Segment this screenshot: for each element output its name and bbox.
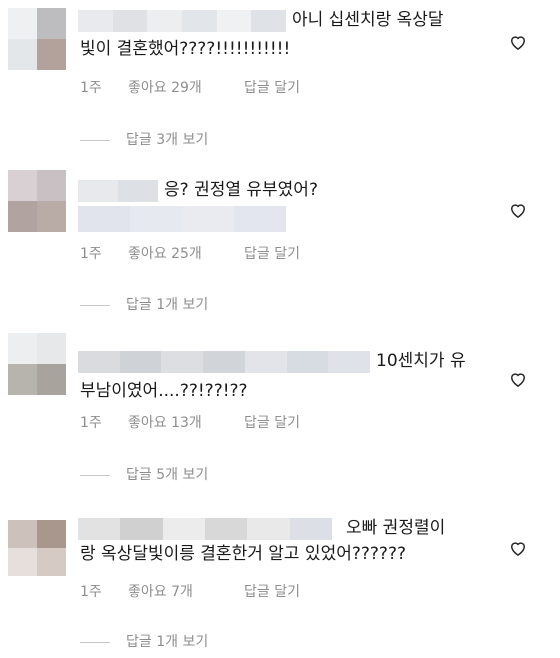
comment-item: 응? 권정열 유부였어? 1주 좋아요 25개 답글 달기 답글 1개 보기 [0, 160, 560, 325]
view-replies-label: 답글 1개 보기 [126, 297, 209, 313]
comment-text-line2: 랑 옥상달빛이릉 결혼한거 알고 있었어?????? [80, 544, 406, 564]
view-replies-label: 답글 3개 보기 [126, 132, 209, 148]
avatar[interactable] [8, 333, 66, 395]
blurred-username[interactable] [78, 10, 287, 32]
view-replies-button[interactable]: 답글 1개 보기 [80, 632, 208, 652]
comment-text-line1: 응? 권정열 유부였어? [164, 180, 318, 200]
divider-line [80, 304, 110, 306]
view-replies-button[interactable]: 답글 5개 보기 [80, 465, 208, 485]
likes-count[interactable]: 좋아요 25개 [128, 244, 244, 264]
blurred-comment-text [78, 206, 286, 232]
avatar[interactable] [8, 170, 66, 232]
view-replies-label: 답글 1개 보기 [126, 634, 209, 650]
comment-text-line1: 아니 십센치랑 옥상달 [292, 10, 444, 30]
heart-icon[interactable] [508, 369, 528, 389]
reply-button[interactable]: 답글 달기 [244, 244, 300, 264]
view-replies-button[interactable]: 답글 3개 보기 [80, 130, 208, 150]
view-replies-button[interactable]: 답글 1개 보기 [80, 295, 208, 315]
blurred-username[interactable] [78, 180, 158, 202]
comment-meta: 1주 좋아요 13개 답글 달기 [80, 413, 300, 433]
reply-button[interactable]: 답글 달기 [244, 78, 300, 98]
comment-meta: 1주 좋아요 25개 답글 달기 [80, 244, 300, 264]
divider-line [80, 139, 110, 141]
comment-time: 1주 [80, 246, 102, 262]
likes-count[interactable]: 좋아요 13개 [128, 413, 244, 433]
comment-time: 1주 [80, 80, 102, 96]
blurred-username[interactable] [78, 351, 371, 373]
comment-text-line2: 빛이 결혼했어????!!!!!!!!!!! [80, 39, 291, 59]
divider-line [80, 474, 110, 476]
blurred-username[interactable] [78, 518, 332, 540]
avatar[interactable] [8, 8, 66, 70]
reply-button[interactable]: 답글 달기 [244, 413, 300, 433]
comment-item: 오빠 권정렬이 랑 옥상달빛이릉 결혼한거 알고 있었어?????? 1주 좋아… [0, 490, 560, 658]
reply-button[interactable]: 답글 달기 [244, 582, 300, 602]
comment-text-line2: 부남이였어....??!??!?? [80, 381, 248, 401]
likes-count[interactable]: 좋아요 29개 [128, 78, 244, 98]
comment-time: 1주 [80, 584, 102, 600]
comment-item: 아니 십센치랑 옥상달 빛이 결혼했어????!!!!!!!!!!! 1주 좋아… [0, 0, 560, 160]
comment-text-line1: 오빠 권정렬이 [346, 518, 446, 538]
comment-meta: 1주 좋아요 29개 답글 달기 [80, 78, 300, 98]
heart-icon[interactable] [508, 538, 528, 558]
comment-time: 1주 [80, 415, 102, 431]
comment-meta: 1주 좋아요 7개 답글 달기 [80, 582, 300, 602]
heart-icon[interactable] [508, 32, 528, 52]
likes-count[interactable]: 좋아요 7개 [128, 582, 244, 602]
heart-icon[interactable] [508, 200, 528, 220]
avatar[interactable] [8, 520, 66, 576]
comment-item: 10센치가 유 부남이였어....??!??!?? 1주 좋아요 13개 답글 … [0, 325, 560, 490]
comment-text-line1: 10센치가 유 [376, 351, 466, 371]
view-replies-label: 답글 5개 보기 [126, 467, 209, 483]
divider-line [80, 641, 110, 643]
